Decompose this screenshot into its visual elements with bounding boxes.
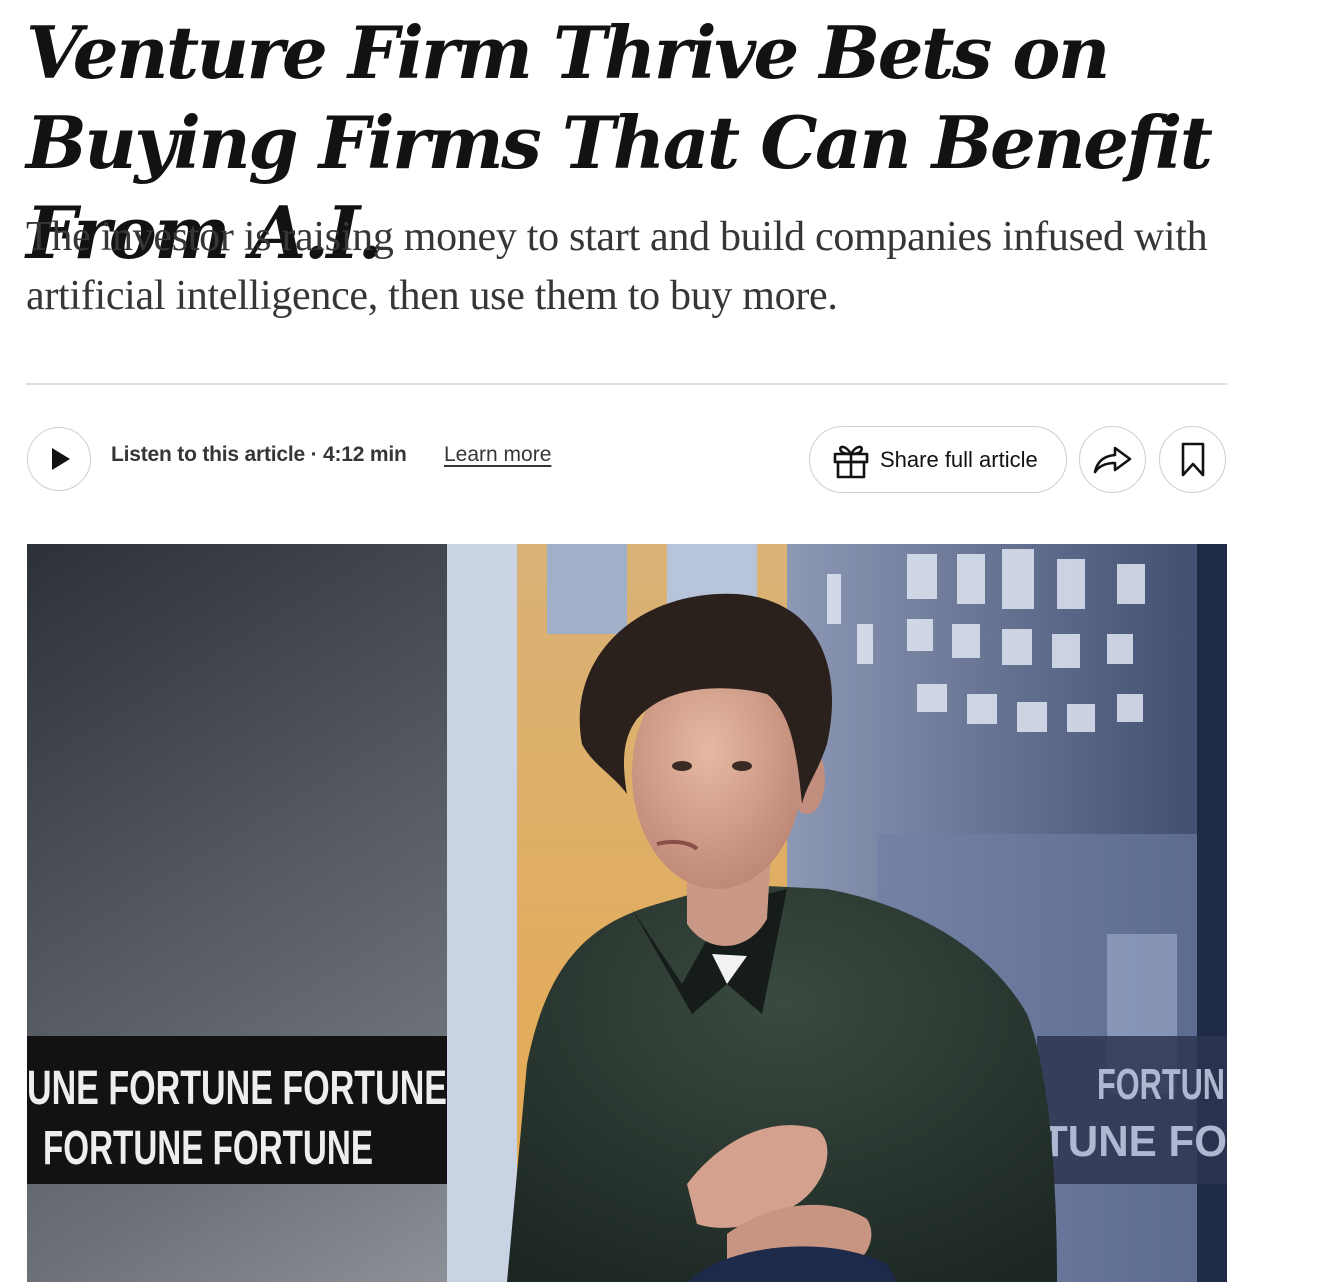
article-photo: UNE FORTUNE FORTUNE FORTUNE FORTUNE FORT… <box>27 544 1227 1282</box>
fortune-banner-right-line-2: TUNE FO <box>1042 1117 1227 1166</box>
share-full-article-label: Share full article <box>880 446 1038 472</box>
share-button[interactable] <box>1079 426 1146 493</box>
divider <box>26 383 1227 385</box>
fortune-banner-line-1: UNE FORTUNE FORTUNE <box>27 1062 447 1115</box>
fortune-banner-line-2: FORTUNE FORTUNE <box>43 1122 373 1175</box>
share-full-article-button[interactable]: Share full article <box>809 426 1067 493</box>
article-summary: The investor is raising money to start a… <box>26 214 1208 319</box>
learn-more-link[interactable]: Learn more <box>444 443 551 467</box>
play-icon <box>52 448 70 470</box>
fortune-banner-right-line-1: FORTUN <box>1097 1060 1225 1109</box>
listen-duration-label: Listen to this article · 4:12 min <box>111 443 407 466</box>
save-bookmark-button[interactable] <box>1159 426 1226 493</box>
listen-play-button[interactable] <box>27 427 91 491</box>
gift-icon <box>833 445 869 478</box>
share-arrow-icon <box>1093 446 1131 473</box>
bookmark-icon <box>1181 442 1204 476</box>
